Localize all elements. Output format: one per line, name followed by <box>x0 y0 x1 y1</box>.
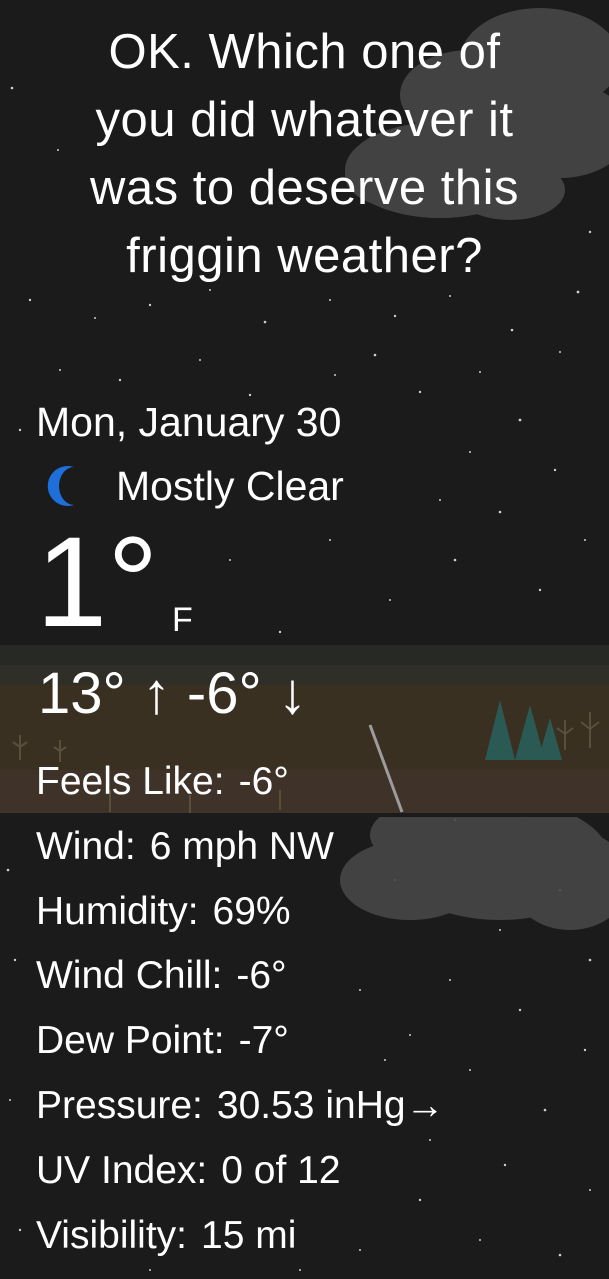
weather-details: Feels Like: -6° Wind: 6 mph NW Humidity: 69… <box>36 750 445 1268</box>
detail-value: -6° <box>236 954 287 998</box>
detail-label: Pressure: <box>36 1083 203 1127</box>
detail-label: Dew Point: <box>36 1019 225 1063</box>
headline-line-2: you did whatever it <box>95 93 514 147</box>
detail-wind: Wind: 6 mph NW <box>36 815 445 880</box>
detail-value: 30.53 inHg→ <box>216 1083 445 1127</box>
detail-pressure: Pressure: 30.53 inHg→ <box>36 1074 445 1139</box>
headline-line-1: OK. Which one of <box>108 25 501 79</box>
headline-line-4: friggin weather? <box>126 229 483 283</box>
detail-humidity: Humidity: 69% <box>36 880 445 945</box>
detail-value: -6° <box>238 760 289 803</box>
detail-visibility: Visibility: 15 mi <box>36 1204 445 1269</box>
current-temperature: 1° <box>36 511 159 654</box>
detail-label: Visibility: <box>36 1213 187 1257</box>
detail-value: 0 of 12 <box>221 1148 341 1192</box>
detail-label: Humidity: <box>36 889 199 933</box>
detail-label: Wind Chill: <box>36 954 223 998</box>
detail-value: 15 mi <box>201 1213 297 1257</box>
detail-value: 6 mph NW <box>149 824 334 868</box>
headline-message: OK. Which one of you did whatever it was… <box>0 18 609 290</box>
detail-value: -7° <box>238 1019 289 1063</box>
detail-label: UV Index: <box>36 1148 208 1192</box>
headline-line-3: was to deserve this <box>90 161 519 215</box>
high-low-temperature: 13° ↑ -6° ↓ <box>38 661 307 726</box>
detail-label: Wind: <box>36 824 136 868</box>
detail-uv-index: UV Index: 0 of 12 <box>36 1139 445 1204</box>
detail-dew-point: Dew Point: -7° <box>36 1009 445 1074</box>
detail-value: 69% <box>212 889 291 933</box>
detail-label: Feels Like: <box>36 760 225 803</box>
condition-text: Mostly Clear <box>116 463 344 509</box>
weather-screen: OK. Which one of you did whatever it was… <box>0 0 609 1279</box>
temperature-unit: F <box>172 601 193 639</box>
crescent-moon-icon <box>47 466 74 506</box>
forecast-date: Mon, January 30 <box>36 399 342 445</box>
detail-feels-like: Feels Like: -6° <box>36 750 445 815</box>
condition-row: Mostly Clear <box>44 460 344 512</box>
detail-wind-chill: Wind Chill: -6° <box>36 944 445 1009</box>
